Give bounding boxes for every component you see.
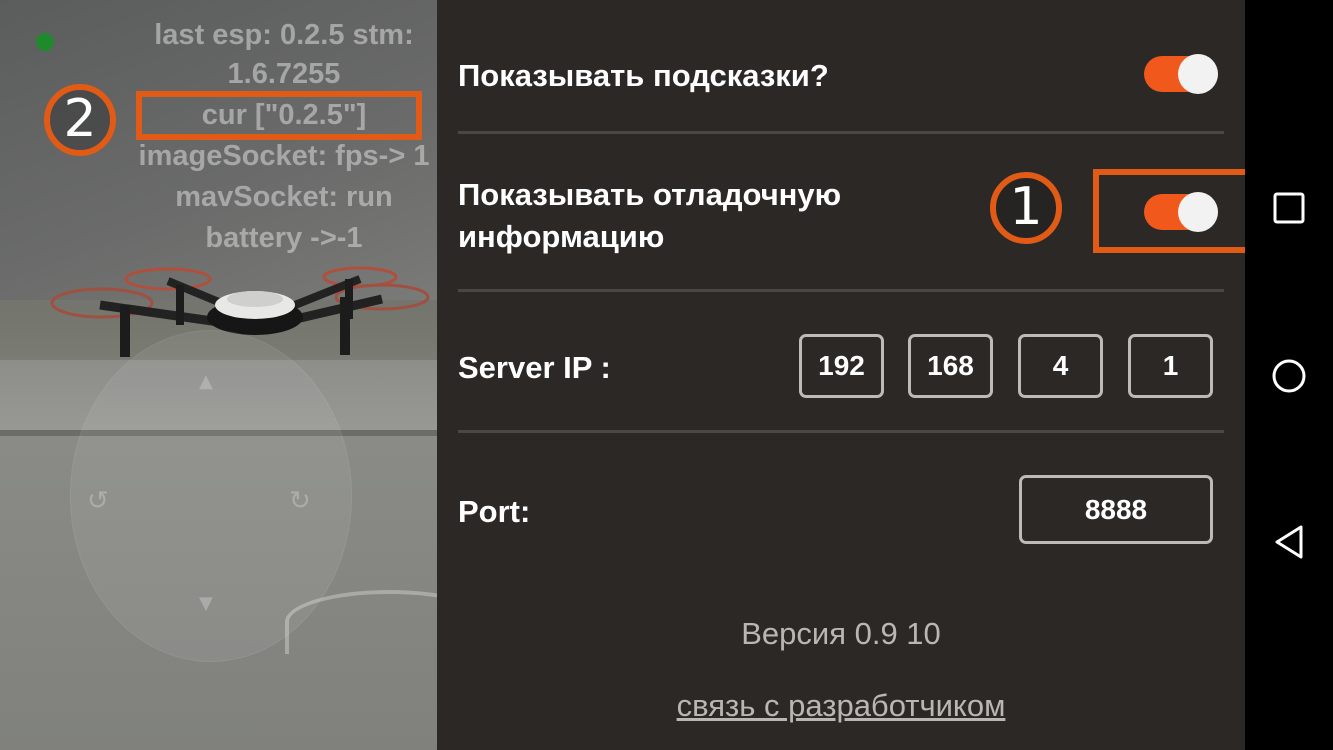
arrow-down-icon: ▼ (199, 593, 213, 614)
ip-octet-1-input[interactable]: 192 (799, 334, 884, 398)
camera-preview: ▲ ▼ ↺ ↻ last esp: 0.2.5 stm: 1.6.7255 cu… (0, 0, 437, 750)
arrow-up-icon: ▲ (199, 371, 213, 392)
ip-octet-4-input[interactable]: 1 (1128, 334, 1213, 398)
toggle-knob (1178, 54, 1218, 94)
home-icon[interactable] (1269, 356, 1309, 396)
annotation-highlight-debug-toggle (1093, 169, 1252, 253)
port-label: Port: (458, 494, 531, 529)
rotate-left-icon: ↺ (87, 486, 109, 516)
show-debug-label-line1: Показывать отладочную (458, 177, 842, 212)
ip-octet-2-input[interactable]: 168 (908, 334, 993, 398)
show-hints-toggle[interactable] (1144, 54, 1218, 94)
show-hints-label: Показывать подсказки? (458, 58, 829, 93)
divider (458, 289, 1224, 292)
annotation-marker-2: 2 (44, 84, 116, 156)
debug-line-stm: 1.6.7255 (227, 58, 341, 90)
annotation-highlight-version (136, 91, 422, 140)
version-text: Версия 0.9 10 (741, 616, 941, 651)
status-dot (36, 33, 54, 51)
port-input[interactable]: 8888 (1019, 475, 1213, 544)
show-debug-label-line2: информацию (458, 219, 665, 254)
android-navbar (1245, 0, 1333, 750)
virtual-joystick[interactable]: ▲ ▼ ↺ ↻ (70, 330, 352, 662)
debug-line-image-socket: imageSocket: fps-> 1 (138, 140, 430, 172)
divider (458, 131, 1224, 134)
rotate-right-icon: ↻ (289, 486, 311, 516)
debug-line-esp: last esp: 0.2.5 stm: (154, 19, 414, 51)
settings-panel: Показывать подсказки? Показывать отладоч… (437, 0, 1252, 750)
recents-icon[interactable] (1269, 188, 1309, 228)
back-icon[interactable] (1269, 522, 1309, 562)
server-ip-label: Server IP : (458, 350, 611, 385)
debug-line-mav-socket: mavSocket: run (175, 181, 393, 213)
annotation-marker-1: 1 (990, 172, 1062, 244)
developer-contact-link[interactable]: связь с разработчиком (437, 684, 1245, 728)
ip-octet-3-input[interactable]: 4 (1018, 334, 1103, 398)
screen: ▲ ▼ ↺ ↻ last esp: 0.2.5 stm: 1.6.7255 cu… (0, 0, 1333, 750)
debug-line-battery: battery ->-1 (205, 222, 363, 254)
divider (458, 430, 1224, 433)
